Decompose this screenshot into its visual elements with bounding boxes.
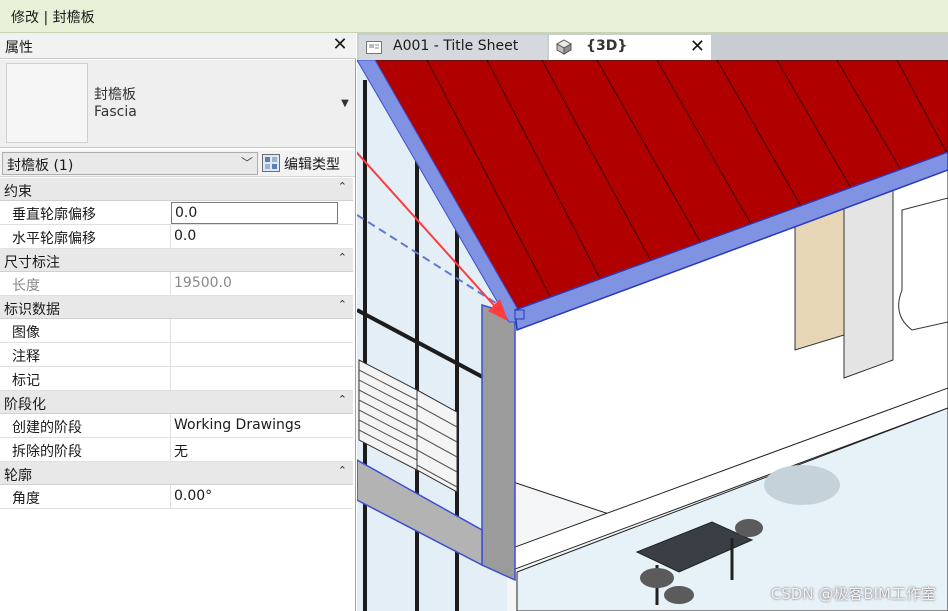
chair (735, 519, 763, 537)
type-family-label: 封檐板 (94, 87, 136, 103)
property-name: 角度 (12, 491, 40, 507)
type-preview-image (6, 63, 88, 143)
watermark: CSDN @极客BIM工作室 (770, 585, 936, 603)
sheet-icon (365, 38, 383, 56)
property-name: 长度 (12, 278, 40, 294)
tab-3d-view[interactable]: {3D} ✕ (549, 35, 711, 60)
group-phasing[interactable]: 阶段化 ⌃ (0, 391, 353, 414)
property-name: 标记 (12, 373, 40, 389)
chair (664, 586, 694, 604)
angle-field[interactable]: 0.00° (170, 485, 353, 509)
edit-type-label: 编辑类型 (284, 157, 340, 173)
instance-filter-dropdown[interactable]: 封檐板 (1) ﹀ (2, 152, 258, 175)
instance-filter-bar: 封檐板 (1) ﹀ 编辑类型 (0, 150, 355, 177)
collapse-icon[interactable]: ⌃ (338, 393, 347, 406)
tab-label: {3D} (586, 38, 628, 54)
3d-view-icon (555, 38, 573, 56)
group-profile[interactable]: 轮廓 ⌃ (0, 462, 353, 485)
collapse-icon[interactable]: ⌃ (338, 180, 347, 193)
ceiling-lamp (764, 465, 840, 505)
property-row: 创建的阶段 Working Drawings (0, 414, 353, 438)
property-row: 长度 19500.0 (0, 272, 353, 296)
3d-viewport[interactable]: CSDN @极客BIM工作室 (357, 60, 948, 611)
property-row: 拆除的阶段 无 (0, 438, 353, 462)
group-label: 约束 (4, 184, 32, 200)
tab-title-sheet[interactable]: A001 - Title Sheet (359, 35, 547, 60)
type-selector[interactable]: 封檐板 Fascia ▼ (0, 60, 355, 148)
collapse-icon[interactable]: ⌃ (338, 298, 347, 311)
type-name-label: Fascia (94, 104, 137, 120)
group-label: 阶段化 (4, 397, 46, 413)
view-tab-bar: A001 - Title Sheet {3D} ✕ (357, 33, 948, 60)
collapse-icon[interactable]: ⌃ (338, 251, 347, 264)
length-value: 19500.0 (170, 272, 353, 296)
bathtub (898, 197, 948, 331)
group-constraints[interactable]: 约束 ⌃ (0, 178, 353, 201)
properties-title: 属性 (5, 40, 33, 56)
gable-wall (481, 303, 516, 582)
fascia-end (514, 309, 525, 320)
close-icon[interactable]: ✕ (330, 35, 350, 55)
tab-label: A001 - Title Sheet (393, 38, 519, 54)
instance-filter-value: 封檐板 (1) (7, 158, 74, 174)
group-label: 尺寸标注 (4, 255, 60, 271)
property-row: 垂直轮廓偏移 0.0 (0, 201, 353, 225)
property-row: 水平轮廓偏移 0.0 (0, 225, 353, 249)
property-name: 创建的阶段 (12, 420, 82, 436)
building-model-view (357, 60, 948, 611)
chair (640, 568, 674, 588)
dropdown-arrow-icon[interactable]: ▼ (339, 98, 351, 110)
group-label: 标识数据 (4, 302, 60, 318)
collapse-icon[interactable]: ⌃ (338, 464, 347, 477)
property-row: 角度 0.00° (0, 485, 353, 509)
mark-field[interactable] (170, 367, 353, 391)
properties-header: 属性 ✕ (0, 33, 356, 59)
property-name: 拆除的阶段 (12, 444, 82, 460)
properties-grid: 约束 ⌃ 垂直轮廓偏移 0.0 水平轮廓偏移 0.0 尺寸标注 ⌃ 长度 195… (0, 178, 353, 509)
interior-column (843, 189, 894, 379)
image-field[interactable] (170, 319, 353, 343)
property-name: 水平轮廓偏移 (12, 231, 96, 247)
close-icon[interactable]: ✕ (690, 35, 705, 59)
comments-field[interactable] (170, 343, 353, 367)
chevron-down-icon: ﹀ (240, 156, 253, 170)
property-name: 图像 (12, 325, 40, 341)
property-row: 注释 (0, 343, 353, 367)
property-name: 垂直轮廓偏移 (12, 207, 96, 223)
properties-palette: 属性 ✕ 封檐板 Fascia ▼ 封檐板 (1) ﹀ 编辑类型 约束 ⌃ 垂直… (0, 33, 356, 611)
property-row: 标记 (0, 367, 353, 391)
property-row: 图像 (0, 319, 353, 343)
vertical-offset-field[interactable]: 0.0 (171, 202, 338, 224)
ribbon-context-bar: 修改 | 封檐板 (0, 0, 948, 33)
phase-demolished-field[interactable]: 无 (170, 438, 353, 462)
group-dimensions[interactable]: 尺寸标注 ⌃ (0, 249, 353, 272)
phase-created-field[interactable]: Working Drawings (170, 414, 353, 438)
context-tab-label: 修改 | 封檐板 (11, 10, 95, 26)
interior-door (794, 202, 845, 351)
group-identity-data[interactable]: 标识数据 ⌃ (0, 296, 353, 319)
group-label: 轮廓 (4, 468, 32, 484)
horizontal-offset-field[interactable]: 0.0 (170, 225, 353, 249)
edit-type-icon (262, 154, 280, 172)
property-name: 注释 (12, 349, 40, 365)
